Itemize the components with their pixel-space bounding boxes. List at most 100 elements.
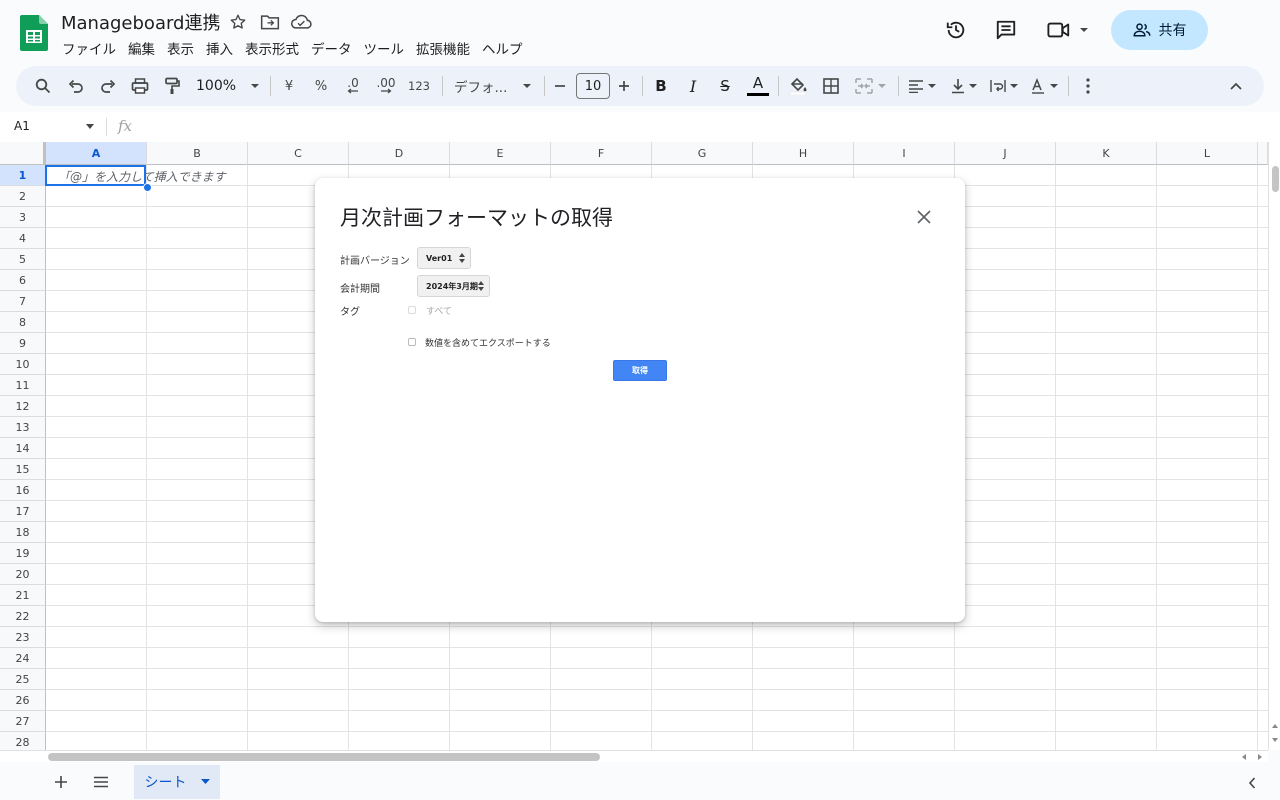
row-header[interactable]: 3	[0, 207, 46, 228]
version-history-icon[interactable]	[940, 14, 972, 46]
horizontal-align-icon[interactable]	[904, 72, 940, 100]
menu-insert[interactable]: 挿入	[200, 36, 239, 58]
bold-button[interactable]: B	[648, 72, 674, 100]
zoom-select[interactable]: 100%	[192, 72, 264, 100]
more-formats-button[interactable]: 123	[406, 72, 432, 100]
chevron-down-icon[interactable]	[86, 124, 94, 130]
fetch-button[interactable]: 取得	[613, 360, 667, 381]
redo-icon[interactable]	[95, 72, 121, 100]
search-menus-icon[interactable]	[30, 72, 56, 100]
menu-data[interactable]: データ	[305, 36, 358, 58]
explore-panel-toggle-icon[interactable]	[1242, 773, 1262, 793]
row-header[interactable]: 23	[0, 627, 46, 648]
more-options-icon[interactable]	[1076, 72, 1100, 100]
percent-format-button[interactable]: %	[309, 72, 333, 100]
row-header[interactable]: 4	[0, 228, 46, 249]
text-rotation-icon[interactable]	[1026, 72, 1062, 100]
font-size-input[interactable]: 10	[576, 73, 610, 99]
text-color-button[interactable]: A	[744, 72, 772, 100]
name-box[interactable]: A1	[14, 119, 30, 133]
sheet-tab[interactable]: シート	[134, 765, 220, 799]
menu-extensions[interactable]: 拡張機能	[410, 36, 476, 58]
row-header[interactable]: 2	[0, 186, 46, 207]
font-family-select[interactable]: デフォ...	[450, 72, 536, 100]
scroll-arrows-icon[interactable]	[1271, 720, 1279, 746]
row-header[interactable]: 26	[0, 690, 46, 711]
row-header[interactable]: 7	[0, 291, 46, 312]
strikethrough-button[interactable]: S	[712, 72, 738, 100]
period-select[interactable]: 2024年3月期	[417, 275, 490, 297]
row-header[interactable]: 24	[0, 648, 46, 669]
scroll-arrows-icon[interactable]	[1238, 753, 1266, 761]
row-header[interactable]: 5	[0, 249, 46, 270]
row-header[interactable]: 28	[0, 732, 46, 750]
row-header[interactable]: 6	[0, 270, 46, 291]
row-header[interactable]: 16	[0, 480, 46, 501]
column-header[interactable]: K	[1056, 142, 1157, 165]
increase-font-size-icon[interactable]	[614, 72, 634, 100]
row-header[interactable]: 14	[0, 438, 46, 459]
row-header[interactable]: 19	[0, 543, 46, 564]
decrease-decimal-button[interactable]: .0	[341, 72, 365, 100]
column-header[interactable]: E	[450, 142, 551, 165]
vertical-scroll-thumb[interactable]	[1272, 166, 1279, 192]
vertical-align-icon[interactable]	[946, 72, 982, 100]
add-sheet-icon[interactable]	[50, 771, 72, 793]
row-header[interactable]: 15	[0, 459, 46, 480]
menu-format[interactable]: 表示形式	[239, 36, 305, 58]
increase-decimal-button[interactable]: .00	[372, 72, 400, 100]
decrease-font-size-icon[interactable]	[550, 72, 570, 100]
vertical-scrollbar[interactable]	[1268, 142, 1280, 750]
row-header[interactable]: 1	[0, 165, 46, 186]
row-header[interactable]: 10	[0, 354, 46, 375]
paint-format-icon[interactable]	[159, 72, 185, 100]
column-header[interactable]: I	[854, 142, 955, 165]
print-icon[interactable]	[127, 72, 153, 100]
borders-icon[interactable]	[818, 72, 844, 100]
row-header[interactable]: 9	[0, 333, 46, 354]
fill-color-icon[interactable]	[784, 72, 812, 100]
text-wrapping-icon[interactable]	[986, 72, 1022, 100]
undo-icon[interactable]	[63, 72, 89, 100]
row-header[interactable]: 21	[0, 585, 46, 606]
plan-version-select[interactable]: Ver01	[417, 247, 471, 269]
column-header[interactable]: D	[349, 142, 450, 165]
column-header[interactable]: F	[551, 142, 652, 165]
column-header[interactable]: G	[652, 142, 753, 165]
row-header[interactable]: 18	[0, 522, 46, 543]
select-all-corner[interactable]	[0, 142, 46, 165]
row-header[interactable]: 27	[0, 711, 46, 732]
row-header[interactable]: 8	[0, 312, 46, 333]
row-header[interactable]: 20	[0, 564, 46, 585]
row-header[interactable]: 11	[0, 375, 46, 396]
sheets-logo-icon[interactable]	[20, 15, 48, 51]
menu-tools[interactable]: ツール	[358, 36, 411, 58]
export-values-checkbox[interactable]	[408, 338, 416, 346]
row-header[interactable]: 12	[0, 396, 46, 417]
column-header[interactable]: J	[955, 142, 1056, 165]
row-header[interactable]: 13	[0, 417, 46, 438]
row-header[interactable]: 17	[0, 501, 46, 522]
menu-view[interactable]: 表示	[161, 36, 200, 58]
column-header[interactable]: A	[46, 142, 147, 165]
currency-format-button[interactable]: ¥	[277, 72, 301, 100]
tag-all-checkbox[interactable]	[408, 306, 416, 314]
italic-button[interactable]: I	[680, 72, 706, 100]
row-header[interactable]: 22	[0, 606, 46, 627]
cloud-saved-icon[interactable]	[290, 11, 312, 33]
column-header[interactable]: L	[1157, 142, 1258, 165]
column-header[interactable]: C	[248, 142, 349, 165]
document-title[interactable]: Manageboard連携	[61, 9, 220, 35]
column-header[interactable]: B	[147, 142, 248, 165]
all-sheets-icon[interactable]	[90, 771, 112, 793]
horizontal-scroll-thumb[interactable]	[48, 753, 600, 761]
chevron-down-icon[interactable]	[200, 779, 210, 785]
share-button[interactable]: 共有	[1111, 10, 1208, 50]
row-header[interactable]: 25	[0, 669, 46, 690]
menu-file[interactable]: ファイル	[56, 36, 122, 58]
column-header[interactable]: H	[753, 142, 854, 165]
star-icon[interactable]	[227, 11, 249, 33]
move-folder-icon[interactable]	[259, 11, 281, 33]
merge-cells-icon[interactable]	[850, 72, 892, 100]
comments-icon[interactable]	[990, 14, 1022, 46]
